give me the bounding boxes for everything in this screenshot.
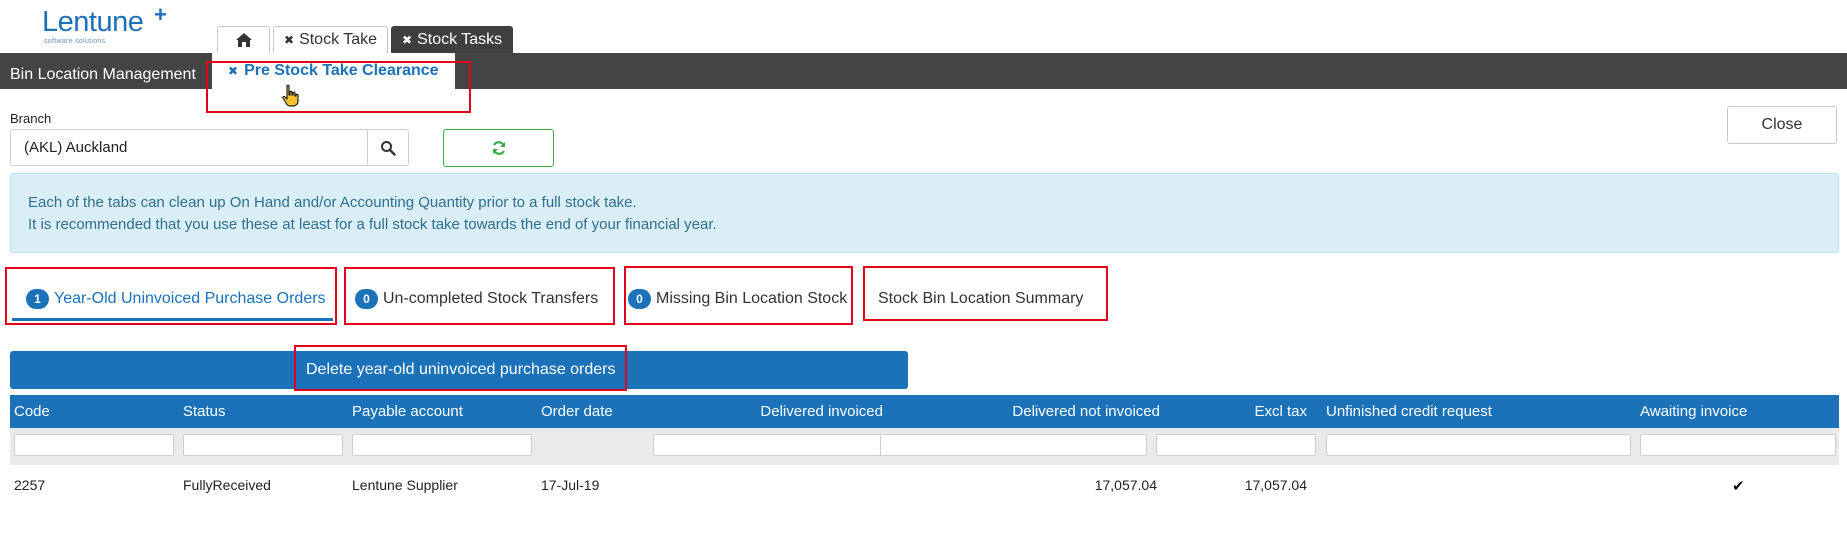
- filter-code-input[interactable]: [14, 434, 174, 456]
- refresh-icon: [492, 141, 505, 155]
- info-line-2: It is recommended that you use these at …: [28, 216, 717, 233]
- filter-delivered-invoiced-input[interactable]: [653, 434, 881, 456]
- close-button[interactable]: Close: [1727, 106, 1837, 144]
- top-tab-strip: ✖ Stock Take ✖ Stock Tasks: [217, 26, 514, 53]
- column-header-awaiting-invoice[interactable]: Awaiting invoice: [1640, 403, 1747, 420]
- grid-header: Code Status Payable account Order date D…: [10, 395, 1839, 428]
- tab-stock-take-label: Stock Take: [299, 31, 378, 48]
- tab-pre-stock-take-clearance-label: Pre Stock Take Clearance: [244, 62, 439, 79]
- search-icon: [381, 140, 396, 156]
- close-icon[interactable]: ✖: [284, 33, 294, 47]
- grid-filter-row: [10, 428, 1839, 465]
- logo-text: Lentune: [42, 6, 144, 38]
- column-header-order-date[interactable]: Order date: [541, 403, 613, 420]
- module-title[interactable]: Bin Location Management: [10, 66, 196, 84]
- info-line-1: Each of the tabs can clean up On Hand an…: [28, 194, 637, 211]
- tab-home[interactable]: [217, 26, 270, 53]
- column-header-delivered-not-invoiced[interactable]: Delivered not invoiced: [880, 403, 1160, 420]
- tab-label: Year-Old Uninvoiced Purchase Orders: [54, 290, 326, 307]
- column-header-delivered-invoiced[interactable]: Delivered invoiced: [650, 403, 883, 420]
- tab-stock-take[interactable]: ✖ Stock Take: [273, 26, 389, 53]
- filter-status-input[interactable]: [183, 434, 343, 456]
- filter-delivered-not-invoiced-input[interactable]: [880, 434, 1147, 456]
- count-badge: 0: [628, 289, 651, 309]
- column-header-status[interactable]: Status: [183, 403, 226, 420]
- lentune-logo: Lentune + software solutions: [42, 2, 172, 46]
- tab-stock-tasks-label: Stock Tasks: [417, 31, 503, 48]
- tab-stock-tasks[interactable]: ✖ Stock Tasks: [391, 26, 514, 53]
- tab-label: Stock Bin Location Summary: [878, 290, 1084, 307]
- count-badge: 0: [355, 289, 378, 309]
- tab-label: Missing Bin Location Stock: [656, 290, 848, 307]
- branch-search-button[interactable]: [367, 129, 409, 166]
- column-header-code[interactable]: Code: [14, 403, 50, 420]
- branch-input[interactable]: [10, 129, 367, 166]
- tab-un-completed-stock-transfers[interactable]: 0 Un-completed Stock Transfers: [355, 284, 598, 314]
- column-header-payable-account[interactable]: Payable account: [352, 403, 463, 420]
- column-header-excl-tax[interactable]: Excl tax: [1160, 403, 1307, 420]
- cell-delivered-not-invoiced: 17,057.04: [1094, 477, 1157, 493]
- cell-payable-account: Lentune Supplier: [352, 477, 458, 493]
- logo-subtitle: software solutions: [44, 38, 106, 45]
- hand-cursor-icon: [282, 84, 299, 107]
- cell-excl-tax: 17,057.04: [1244, 477, 1307, 493]
- cell-order-date: 17-Jul-19: [541, 477, 600, 493]
- info-alert: Each of the tabs can clean up On Hand an…: [10, 173, 1839, 253]
- filter-awaiting-invoice-input[interactable]: [1640, 434, 1836, 456]
- checkmark-icon: ✔: [1732, 478, 1745, 495]
- branch-label: Branch: [10, 111, 52, 126]
- delete-uninvoiced-purchase-orders-button[interactable]: Delete year-old uninvoiced purchase orde…: [10, 351, 908, 389]
- filter-excl-tax-input[interactable]: [1156, 434, 1316, 456]
- close-icon[interactable]: ✖: [402, 33, 412, 47]
- filter-unfinished-credit-request-input[interactable]: [1326, 434, 1631, 456]
- tab-label: Un-completed Stock Transfers: [383, 290, 599, 307]
- tab-pre-stock-take-clearance[interactable]: ✖ Pre Stock Take Clearance: [212, 53, 455, 89]
- tab-missing-bin-location-stock[interactable]: 0 Missing Bin Location Stock: [628, 284, 847, 314]
- delete-button-label: Delete year-old uninvoiced purchase orde…: [306, 361, 616, 378]
- refresh-button[interactable]: [443, 129, 554, 167]
- table-row[interactable]: 2257 FullyReceived Lentune Supplier 17-J…: [10, 470, 1839, 502]
- column-header-unfinished-credit-request[interactable]: Unfinished credit request: [1326, 403, 1492, 420]
- logo-plus: +: [154, 2, 167, 27]
- home-icon: [235, 33, 252, 47]
- active-tab-indicator: [12, 318, 333, 321]
- tab-year-old-uninvoiced-purchase-orders[interactable]: 1 Year-Old Uninvoiced Purchase Orders: [26, 284, 326, 314]
- filter-payable-account-input[interactable]: [352, 434, 532, 456]
- cell-code: 2257: [14, 477, 46, 493]
- close-icon[interactable]: ✖: [228, 64, 238, 78]
- count-badge: 1: [26, 289, 49, 309]
- tab-stock-bin-location-summary[interactable]: Stock Bin Location Summary: [878, 284, 1083, 314]
- cell-status: FullyReceived: [183, 477, 271, 493]
